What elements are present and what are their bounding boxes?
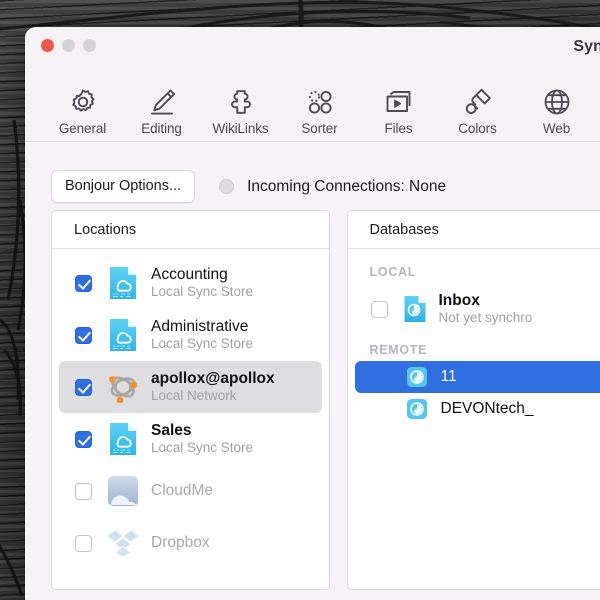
bonjour-options-button[interactable]: Bonjour Options...: [51, 170, 196, 203]
location-text: Sales Local Sync Store: [151, 422, 253, 456]
location-checkbox[interactable]: [75, 326, 92, 344]
location-name: Accounting: [151, 266, 228, 283]
toolbar-tab-sorter[interactable]: Sorter: [280, 85, 359, 136]
minimize-button[interactable]: [62, 39, 75, 52]
database-text: 11: [441, 368, 457, 386]
location-text: apollox@apollox Local Network: [151, 370, 275, 404]
group-label-remote: REMOTE: [369, 343, 428, 357]
media-files-icon: [382, 85, 416, 119]
list-item[interactable]: Accounting Local Sync Store: [59, 257, 322, 309]
sync-preferences-window: Sync General Editing: [25, 27, 600, 600]
toolbar-tab-editing[interactable]: Editing: [122, 85, 201, 136]
toolbar-tab-colors-label: Colors: [458, 120, 497, 136]
location-text: Dropbox: [151, 534, 210, 552]
database-name: Inbox: [438, 292, 480, 309]
location-name: CloudMe: [151, 482, 214, 500]
zoom-button[interactable]: [83, 39, 96, 52]
list-item-disabled[interactable]: CloudMe: [59, 465, 322, 517]
toolbar-tab-colors[interactable]: Colors: [438, 85, 517, 136]
list-item-selected[interactable]: 11: [354, 361, 600, 393]
locations-panel-header: Locations: [52, 211, 329, 249]
location-subtitle: Local Sync Store: [151, 439, 254, 455]
list-item[interactable]: DEVONtech_: [355, 393, 600, 425]
close-button[interactable]: [41, 39, 54, 52]
location-text: CloudMe: [151, 482, 213, 500]
connection-status-label: Incoming Connections: None: [247, 177, 447, 195]
list-item[interactable]: Inbox Not yet synchro: [355, 283, 600, 335]
window-titlebar[interactable]: Sync: [25, 27, 600, 69]
location-checkbox[interactable]: [75, 482, 92, 500]
location-name: Dropbox: [151, 534, 210, 552]
dropbox-icon: [106, 526, 140, 560]
cloud-sync-store-icon: [106, 318, 140, 352]
location-name: Sales: [151, 422, 192, 439]
location-name: Administrative: [151, 318, 249, 335]
paintbrush-icon: [461, 85, 495, 119]
database-remote-icon: [404, 396, 430, 422]
location-subtitle: Local Network: [151, 387, 237, 403]
network-bonjour-icon: [106, 370, 140, 404]
toolbar-tab-editing-label: Editing: [141, 120, 182, 136]
bonjour-options-row: Bonjour Options... Incoming Connections:…: [25, 142, 600, 210]
toolbar-tab-files[interactable]: Files: [359, 85, 438, 136]
list-item[interactable]: Administrative Local Sync Store: [59, 309, 322, 361]
toolbar-tab-general[interactable]: General: [43, 85, 122, 136]
database-name: 11: [440, 368, 457, 386]
sync-panels: Locations Accounting Local Sync Store Ad…: [25, 210, 600, 590]
globe-icon: [540, 85, 574, 119]
location-text: Administrative Local Sync Store: [151, 318, 253, 352]
pencil-icon: [145, 85, 179, 119]
toolbar-tab-general-label: General: [58, 120, 107, 136]
puzzle-piece-icon: [224, 85, 258, 119]
sorter-dots-icon: [303, 85, 337, 119]
gear-icon: [66, 85, 100, 119]
toolbar-tab-web-label: Web: [542, 120, 571, 136]
location-subtitle: Local Sync Store: [151, 283, 254, 299]
locations-panel: Locations Accounting Local Sync Store Ad…: [51, 210, 330, 590]
toolbar-tab-files-label: Files: [384, 120, 413, 136]
preferences-toolbar: General Editing WikiLinks Sorter Files C…: [25, 69, 600, 141]
group-label-local: LOCAL: [369, 265, 417, 279]
locations-list[interactable]: Accounting Local Sync Store Administrati…: [52, 249, 329, 589]
list-item-disabled[interactable]: Dropbox: [59, 517, 322, 569]
database-name: DEVONtech_: [440, 400, 534, 418]
cloud-sync-store-icon: [106, 266, 140, 300]
location-checkbox[interactable]: [75, 430, 92, 448]
database-icon: [402, 296, 428, 322]
toolbar-tab-wikilinks[interactable]: WikiLinks: [201, 85, 280, 136]
toolbar-tab-sorter-label: Sorter: [301, 120, 338, 136]
databases-list[interactable]: LOCAL Inbox Not yet synchro REMOTE 11 DE…: [348, 249, 600, 589]
database-checkbox[interactable]: [370, 300, 388, 318]
database-subtitle: Not yet synchro: [438, 309, 533, 325]
window-title: Sync: [573, 38, 600, 55]
list-item[interactable]: Sales Local Sync Store: [59, 413, 322, 465]
toolbar-tab-web[interactable]: Web: [517, 85, 596, 136]
list-item-selected[interactable]: apollox@apollox Local Network: [59, 361, 322, 413]
location-name: apollox@apollox: [151, 370, 275, 387]
connection-status-led: [219, 179, 235, 194]
database-text: DEVONtech_: [441, 400, 534, 418]
cloudme-icon: [106, 474, 140, 508]
location-checkbox[interactable]: [75, 534, 92, 552]
database-text: Inbox Not yet synchro: [439, 292, 533, 326]
databases-panel: Databases LOCAL Inbox Not yet synchro RE…: [346, 210, 600, 590]
location-checkbox[interactable]: [75, 274, 92, 292]
location-subtitle: Local Sync Store: [151, 335, 254, 351]
cloud-sync-store-icon: [106, 422, 140, 456]
location-text: Accounting Local Sync Store: [151, 266, 253, 300]
location-checkbox[interactable]: [75, 378, 92, 396]
database-remote-icon: [404, 364, 430, 390]
databases-panel-header: Databases: [347, 211, 600, 249]
toolbar-tab-wikilinks-label: WikiLinks: [212, 120, 269, 136]
traffic-light-buttons: [41, 39, 96, 52]
